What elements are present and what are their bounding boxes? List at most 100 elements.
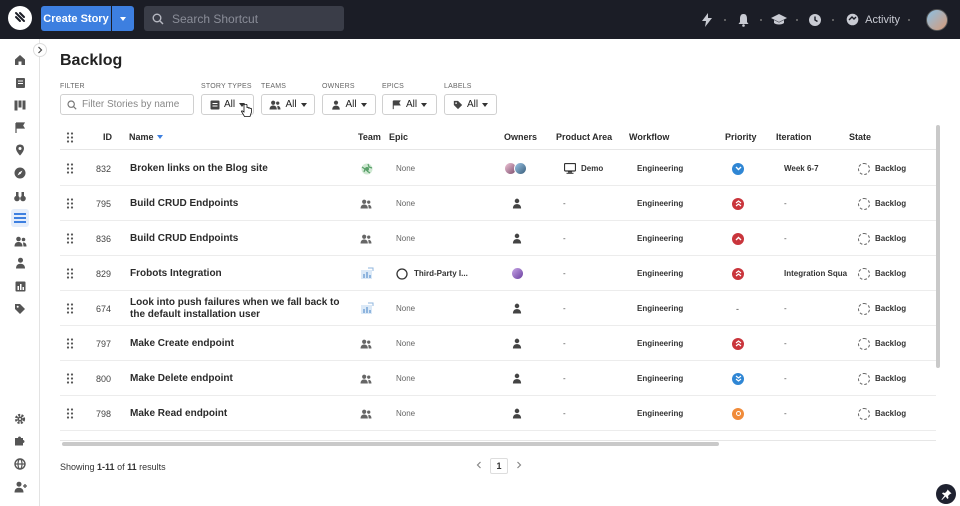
story-name-link[interactable]: Build CRUD Endpoints [130, 186, 350, 221]
story-product-area[interactable]: - [563, 396, 566, 431]
story-product-area[interactable]: - [563, 221, 566, 256]
story-workflow[interactable]: Engineering [637, 151, 683, 186]
owners-dropdown[interactable]: All [322, 94, 376, 115]
story-product-area[interactable]: Demo [564, 151, 603, 186]
priority-medium-icon[interactable] [732, 396, 744, 431]
story-iteration[interactable]: - [784, 291, 787, 326]
drag-handle-icon[interactable] [66, 396, 74, 431]
backlog-icon[interactable] [11, 209, 29, 227]
graduation-cap-icon[interactable] [770, 11, 788, 29]
story-name-link[interactable]: Make Read endpoint [130, 396, 350, 431]
story-name-link[interactable]: Make Create endpoint [130, 326, 350, 361]
shortcut-logo-icon[interactable] [8, 6, 32, 30]
pin-icon[interactable] [936, 484, 956, 504]
story-state[interactable]: Backlog [858, 151, 906, 186]
labels-dropdown[interactable]: All [444, 94, 497, 115]
col-iteration[interactable]: Iteration [776, 132, 812, 142]
docs-icon[interactable] [11, 74, 29, 92]
story-iteration[interactable]: - [784, 361, 787, 396]
filter-stories-input[interactable] [82, 99, 192, 110]
story-product-area[interactable]: - [563, 256, 566, 291]
story-product-area[interactable]: - [563, 291, 566, 326]
story-iteration[interactable]: - [784, 396, 787, 431]
col-team[interactable]: Team [358, 132, 381, 142]
drag-handle-icon[interactable] [66, 186, 74, 221]
priority---icon[interactable]: - [736, 291, 739, 326]
activity-button[interactable]: Activity [846, 13, 900, 26]
flag-icon[interactable] [11, 119, 29, 137]
story-name-link[interactable]: Look into push failures when we fall bac… [130, 291, 350, 326]
priority-lowest-icon[interactable] [732, 361, 744, 396]
board-icon[interactable] [11, 96, 29, 114]
drag-handle-icon[interactable] [66, 361, 74, 396]
teams-icon[interactable] [11, 232, 29, 250]
col-state[interactable]: State [849, 132, 871, 142]
story-owners[interactable] [512, 221, 522, 256]
drag-handle-icon[interactable] [66, 326, 74, 361]
col-id[interactable]: ID [103, 132, 112, 142]
col-product-area[interactable]: Product Area [556, 132, 612, 142]
clock-icon[interactable] [806, 11, 824, 29]
create-story-button[interactable]: Create Story [41, 6, 111, 31]
story-workflow[interactable]: Engineering [637, 221, 683, 256]
story-iteration[interactable]: - [784, 186, 787, 221]
story-owners[interactable] [512, 326, 522, 361]
story-state[interactable]: Backlog [858, 326, 906, 361]
story-state[interactable]: Backlog [858, 221, 906, 256]
drag-handle-icon[interactable] [66, 291, 74, 326]
story-owners[interactable] [512, 396, 522, 431]
label-tag-icon[interactable] [11, 300, 29, 318]
table-row[interactable]: 798 Make Read endpoint None - Engineerin… [60, 396, 936, 431]
story-epic[interactable]: None [396, 361, 415, 396]
table-row[interactable]: 795 Build CRUD Endpoints None - Engineer… [60, 186, 936, 221]
lightning-icon[interactable] [698, 11, 716, 29]
story-workflow[interactable]: Engineering [637, 396, 683, 431]
settings-gear-icon[interactable] [11, 410, 29, 428]
story-product-area[interactable]: - [563, 186, 566, 221]
story-state[interactable]: Backlog [858, 361, 906, 396]
story-owners[interactable] [512, 291, 522, 326]
integrations-puzzle-icon[interactable] [11, 432, 29, 450]
story-epic[interactable]: None [396, 396, 415, 431]
story-iteration[interactable]: - [784, 221, 787, 256]
story-iteration[interactable]: Week 6-7 [784, 151, 819, 186]
drag-handle-icon[interactable] [66, 151, 74, 186]
priority-highest-icon[interactable] [732, 256, 744, 291]
story-workflow[interactable]: Engineering [637, 326, 683, 361]
priority-high-icon[interactable] [732, 221, 744, 256]
horizontal-scrollbar[interactable] [62, 442, 719, 446]
story-workflow[interactable]: Engineering [637, 256, 683, 291]
col-workflow[interactable]: Workflow [629, 132, 669, 142]
invite-user-icon[interactable] [11, 478, 29, 496]
col-name[interactable]: Name [129, 132, 163, 142]
story-owners[interactable] [504, 151, 527, 186]
story-name-link[interactable]: Frobots Integration [130, 256, 350, 291]
next-page-icon[interactable] [516, 461, 522, 471]
table-row[interactable]: 829 Frobots Integration Third-Party I...… [60, 256, 936, 291]
home-icon[interactable] [11, 51, 29, 69]
story-epic[interactable]: None [396, 186, 415, 221]
story-state[interactable]: Backlog [858, 291, 906, 326]
drag-all-handle-icon[interactable] [66, 132, 74, 145]
col-priority[interactable]: Priority [725, 132, 757, 142]
search-bar[interactable] [144, 6, 344, 31]
bell-icon[interactable] [734, 11, 752, 29]
story-name-link[interactable]: Broken links on the Blog site [130, 151, 350, 186]
story-state[interactable]: Backlog [858, 256, 906, 291]
story-iteration[interactable]: Integration Squa [784, 256, 847, 291]
story-name-link[interactable]: Make Delete endpoint [130, 361, 350, 396]
story-iteration[interactable]: - [784, 326, 787, 361]
teams-dropdown[interactable]: All [261, 94, 315, 115]
story-workflow[interactable]: Engineering [637, 361, 683, 396]
table-row[interactable]: 836 Build CRUD Endpoints None - Engineer… [60, 221, 936, 256]
epics-dropdown[interactable]: All [382, 94, 437, 115]
story-epic[interactable]: None [396, 221, 415, 256]
priority-highest-icon[interactable] [732, 326, 744, 361]
search-input[interactable] [172, 11, 332, 26]
reports-icon[interactable] [11, 277, 29, 295]
col-owners[interactable]: Owners [504, 132, 537, 142]
story-state[interactable]: Backlog [858, 396, 906, 431]
globe-icon[interactable] [11, 455, 29, 473]
drag-handle-icon[interactable] [66, 256, 74, 291]
story-state[interactable]: Backlog [858, 186, 906, 221]
